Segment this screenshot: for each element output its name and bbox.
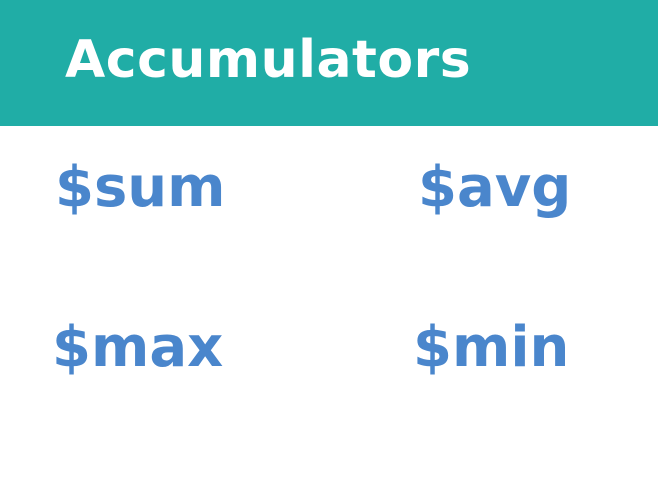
accumulator-sum: $sum [55,155,226,220]
accumulator-max: $max [52,315,224,380]
accumulator-avg: $avg [418,155,572,220]
title-banner: Accumulators [0,0,658,126]
accumulator-min: $min [413,315,570,380]
page-title: Accumulators [65,30,472,90]
